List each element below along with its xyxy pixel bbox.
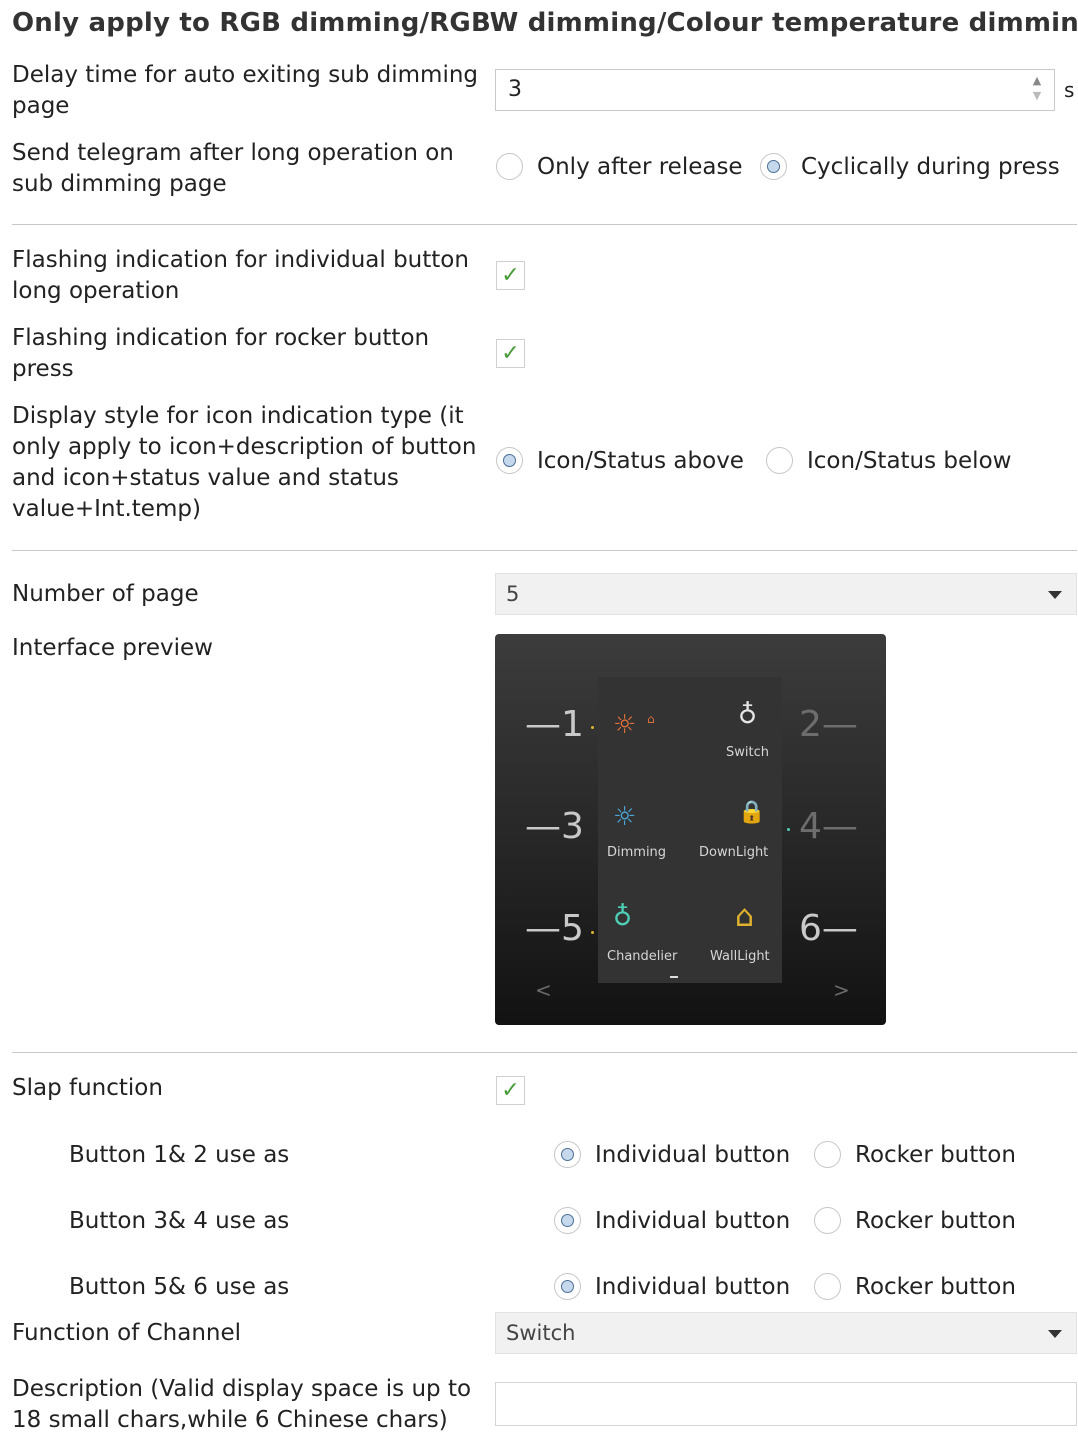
radio-circle[interactable] — [814, 1273, 841, 1300]
radio-circle[interactable] — [814, 1207, 841, 1234]
telegram-label: Send telegram after long operation on su… — [12, 140, 454, 197]
radio-cyclically-during-press[interactable]: Cyclically during press — [760, 153, 1060, 180]
radio-button-12-rocker[interactable]: Rocker button — [814, 1141, 1016, 1168]
channel-label: Function of Channel — [12, 1320, 242, 1346]
preview-number-3: —3 — [525, 806, 584, 847]
radio-label: Rocker button — [855, 1273, 1016, 1300]
radio-circle-selected[interactable] — [760, 153, 787, 180]
channel-dropdown[interactable]: Switch — [495, 1312, 1077, 1354]
chevron-down-icon[interactable] — [1048, 591, 1062, 599]
radio-circle[interactable] — [496, 153, 523, 180]
delay-unit: s — [1064, 78, 1075, 102]
button-34-label: Button 3& 4 use as — [69, 1208, 290, 1234]
radio-circle-selected[interactable] — [554, 1141, 581, 1168]
radio-button-12-individual[interactable]: Individual button — [554, 1141, 790, 1168]
radio-label: Cyclically during press — [801, 153, 1060, 180]
flash-individual-label: Flashing indication for individual butto… — [12, 247, 469, 304]
flash-rocker-checkbox[interactable]: ✓ — [496, 339, 525, 368]
divider — [12, 550, 1077, 551]
delay-label: Delay time for auto exiting sub dimming … — [12, 62, 479, 119]
slap-label: Slap function — [12, 1075, 163, 1101]
preview-label: Interface preview — [12, 635, 213, 661]
preview-number-2: 2— — [799, 704, 858, 745]
preview-caption-chandelier: Chandelier — [607, 949, 678, 964]
flash-rocker-label: Flashing indication for rocker button pr… — [12, 325, 430, 382]
radio-label: Individual button — [595, 1273, 791, 1300]
radio-label: Rocker button — [855, 1141, 1016, 1168]
section-title: Only apply to RGB dimming/RGBW dimming/C… — [12, 8, 1078, 38]
preview-caption-walllight: WallLight — [710, 949, 770, 964]
spin-arrows[interactable]: ▲ ▼ — [1030, 73, 1044, 103]
button-56-label: Button 5& 6 use as — [69, 1274, 290, 1300]
bulb-icon: ♁ — [613, 902, 633, 932]
slap-checkbox[interactable]: ✓ — [496, 1076, 525, 1105]
interface-preview: —1 2— —3 4— —5 6— ☼ ⌂ ♁ Switch ☼ Dimming… — [495, 634, 886, 1025]
radio-only-after-release[interactable]: Only after release — [496, 153, 743, 180]
radio-button-56-individual[interactable]: Individual button — [554, 1273, 790, 1300]
radio-circle[interactable] — [766, 447, 793, 474]
indicator-dot — [787, 828, 790, 831]
preview-caption-downlight: DownLight — [699, 845, 769, 860]
radio-label: Rocker button — [855, 1207, 1016, 1234]
spin-down-icon[interactable]: ▼ — [1030, 88, 1044, 103]
radio-icon-status-above[interactable]: Icon/Status above — [496, 447, 744, 474]
radio-label: Only after release — [537, 153, 743, 180]
radio-circle[interactable] — [814, 1141, 841, 1168]
chevron-right-icon: > — [833, 978, 850, 1002]
radio-button-56-rocker[interactable]: Rocker button — [814, 1273, 1016, 1300]
button-12-label: Button 1& 2 use as — [69, 1142, 290, 1168]
home-icon: ⌂ — [647, 712, 655, 726]
preview-number-1: —1 — [525, 704, 584, 745]
radio-label: Individual button — [595, 1207, 791, 1234]
radio-button-34-rocker[interactable]: Rocker button — [814, 1207, 1016, 1234]
bulb-icon: ♁ — [738, 700, 758, 730]
radio-label: Icon/Status above — [537, 447, 744, 474]
flash-individual-checkbox[interactable]: ✓ — [496, 261, 525, 290]
radio-circle-selected[interactable] — [554, 1273, 581, 1300]
preview-caption-dimming: Dimming — [607, 845, 667, 860]
channel-value: Switch — [506, 1321, 576, 1345]
description-input[interactable] — [495, 1382, 1077, 1426]
indicator-dot — [591, 931, 594, 934]
display-style-label: Display style for icon indication type (… — [12, 403, 477, 522]
radio-button-34-individual[interactable]: Individual button — [554, 1207, 790, 1234]
preview-number-4: 4— — [799, 806, 858, 847]
delay-value: 3 — [508, 77, 522, 102]
chevron-left-icon: < — [535, 978, 552, 1002]
bulb-icon: ☼ — [613, 802, 637, 832]
pages-label: Number of page — [12, 581, 199, 607]
divider — [12, 224, 1077, 225]
spin-up-icon[interactable]: ▲ — [1030, 73, 1044, 88]
description-label: Description (Valid display space is up t… — [12, 1376, 472, 1433]
preview-number-5: —5 — [525, 908, 584, 949]
radio-icon-status-below[interactable]: Icon/Status below — [766, 447, 1011, 474]
preview-number-6: 6— — [799, 908, 858, 949]
divider — [12, 1052, 1077, 1053]
bulb-icon: ☼ — [613, 710, 637, 740]
chevron-down-icon[interactable] — [1048, 1330, 1062, 1338]
preview-caption-switch: Switch — [726, 745, 769, 760]
delay-spinbox[interactable]: 3 ▲ ▼ — [495, 69, 1055, 111]
radio-label: Icon/Status below — [807, 447, 1012, 474]
radio-circle-selected[interactable] — [496, 447, 523, 474]
indicator-dot — [591, 726, 594, 729]
pages-dropdown[interactable]: 5 — [495, 573, 1077, 615]
radio-label: Individual button — [595, 1141, 791, 1168]
pages-value: 5 — [506, 582, 520, 606]
radio-circle-selected[interactable] — [554, 1207, 581, 1234]
wall-lamp-icon: ⌂ — [735, 899, 755, 934]
page-indicator — [670, 976, 678, 978]
lock-icon: 🔒 — [738, 800, 766, 825]
